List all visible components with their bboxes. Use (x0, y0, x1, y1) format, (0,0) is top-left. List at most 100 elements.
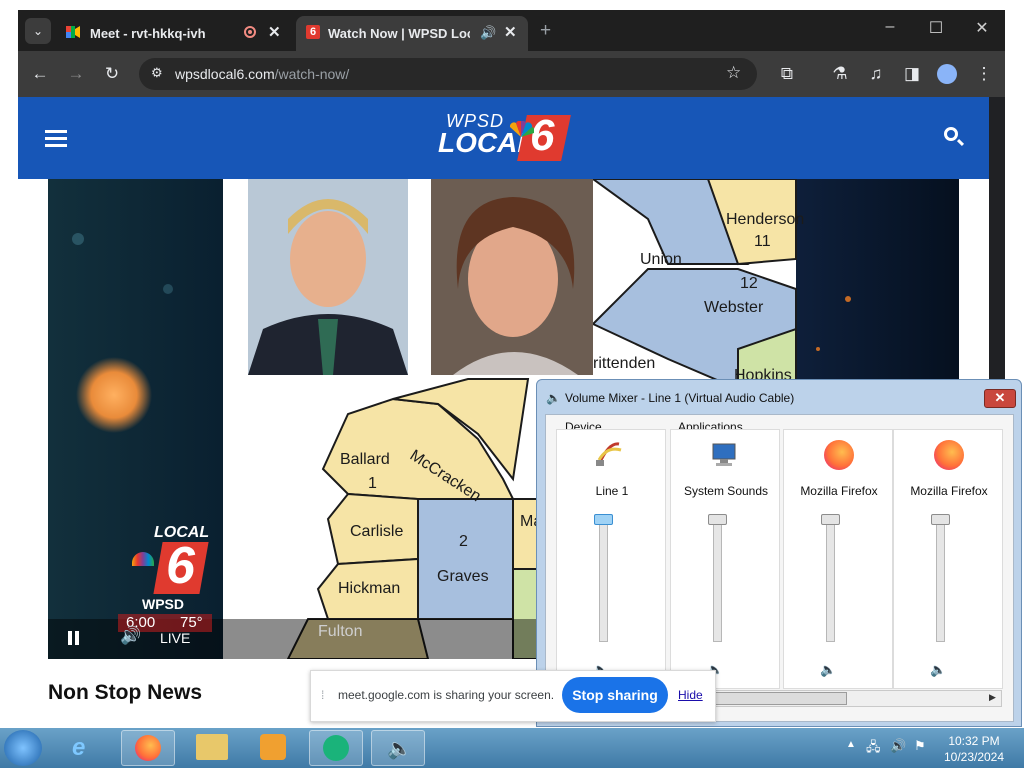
bookmark-star-icon[interactable]: ☆ (726, 63, 741, 83)
hide-link[interactable]: Hide (678, 688, 703, 702)
map-label: Hickman (338, 580, 401, 597)
new-tab-button[interactable]: + (540, 20, 551, 42)
bug-station-text: WPSD (142, 596, 184, 612)
taskbar-volume-mixer[interactable]: 🔈 (371, 730, 425, 766)
drag-handle-icon[interactable]: ⁞ (321, 688, 324, 702)
channel-name: Mozilla Firefox (910, 484, 988, 498)
map-label: Graves (437, 568, 489, 585)
tab-meet[interactable]: Meet - rvt-hkkq-ivh ✕ (58, 16, 292, 51)
media-player-icon[interactable] (260, 734, 286, 760)
side-panel-icon[interactable]: ◨ (901, 64, 923, 84)
map-label: rittenden (593, 355, 656, 372)
tab-strip: ⌄ Meet - rvt-hkkq-ivh ✕ 6 Watch Now | WP… (18, 10, 1005, 51)
channel-name: Mozilla Firefox (800, 484, 878, 498)
taskbar-firefox[interactable] (121, 730, 175, 766)
app-icon (323, 735, 349, 761)
speaker-icon: 🔈 (546, 391, 561, 405)
volume-slider-thumb[interactable] (708, 514, 727, 525)
volume-slider-track[interactable] (713, 518, 722, 642)
audio-playing-icon[interactable]: 🔊 (480, 25, 496, 41)
action-center-flag-icon[interactable]: ⚑ (914, 738, 926, 754)
pause-icon[interactable] (68, 631, 72, 645)
nbc-peacock-icon (508, 120, 535, 142)
nbc-peacock-icon (132, 552, 154, 566)
volume-slider-thumb[interactable] (931, 514, 950, 525)
map-label: 11 (754, 233, 771, 250)
extensions-icon[interactable]: ⧉ (776, 64, 798, 84)
system-sounds-icon (711, 442, 739, 468)
close-tab-icon[interactable]: ✕ (268, 23, 281, 41)
url-host: wpsdlocal6.com (175, 66, 275, 82)
map-label: Webster (704, 299, 764, 316)
show-hidden-icons-icon[interactable]: ▲ (846, 739, 856, 750)
site-header: WPSD LOCAL 6 (18, 97, 989, 179)
mixer-close-button[interactable]: ✕ (984, 389, 1016, 408)
mute-toggle-icon[interactable]: 🔈 (820, 662, 836, 678)
browser-toolbar: ← → ↻ ⚙ wpsdlocal6.com/watch-now/ ☆ ⧉ ⚗ … (18, 51, 1005, 97)
forward-icon[interactable]: → (65, 64, 87, 84)
mixer-scrollbar-thumb[interactable] (705, 692, 847, 705)
volume-tray-icon[interactable]: 🔊 (890, 738, 906, 754)
start-button-icon[interactable] (4, 730, 42, 766)
bug-temperature: 75° (180, 614, 203, 631)
menu-icon[interactable]: ⋮ (973, 64, 995, 84)
volume-slider-thumb[interactable] (821, 514, 840, 525)
firefox-icon (824, 440, 854, 470)
tab-title: Meet - rvt-hkkq-ivh (90, 26, 206, 41)
url-path: /watch-now/ (274, 66, 350, 82)
section-title: Non Stop News (48, 681, 203, 704)
maximize-icon[interactable]: ☐ (921, 18, 951, 38)
minimize-icon[interactable]: – (875, 18, 905, 36)
close-window-icon[interactable]: ✕ (967, 18, 997, 38)
close-tab-icon[interactable]: ✕ (504, 23, 517, 41)
map-label: Henderson (726, 211, 805, 228)
profile-avatar-icon[interactable] (937, 64, 957, 84)
station-bug: LOCAL 6 WPSD 6:00 75° (118, 524, 214, 634)
stop-sharing-button[interactable]: Stop sharing (562, 677, 668, 713)
channel-name: System Sounds (683, 484, 769, 498)
network-icon[interactable]: 🖧 (866, 738, 881, 760)
volume-slider-track[interactable] (826, 518, 835, 642)
search-icon[interactable] (944, 127, 965, 147)
system-clock[interactable]: 10:32 PM 10/23/2024 (936, 733, 1012, 765)
volume-slider-track[interactable] (936, 518, 945, 642)
volume-slider-thumb[interactable] (594, 514, 613, 525)
back-icon[interactable]: ← (29, 64, 51, 84)
google-meet-icon (66, 26, 80, 38)
bug-number: 6 (166, 537, 195, 595)
live-indicator: LIVE (160, 630, 191, 646)
tab-search-button[interactable]: ⌄ (25, 18, 51, 44)
volume-icon[interactable]: 🔊 (120, 626, 141, 646)
recording-icon (244, 26, 256, 38)
clock-date: 10/23/2024 (943, 750, 1005, 764)
tab-wpsd[interactable]: 6 Watch Now | WPSD Local 6 🔊 ✕ (296, 16, 528, 51)
hamburger-menu-icon[interactable] (45, 130, 67, 133)
map-label: 1 (368, 475, 377, 492)
explorer-folder-icon[interactable] (196, 734, 228, 760)
site-info-icon[interactable]: ⚙ (151, 65, 163, 81)
scroll-right-icon[interactable]: ▶ (989, 692, 996, 703)
internet-explorer-icon[interactable]: e (72, 734, 85, 762)
labs-icon[interactable]: ⚗ (829, 64, 851, 84)
reload-icon[interactable]: ↻ (101, 64, 123, 84)
taskbar: e 🔈 ▲ 🖧 🔊 ⚑ 10:32 PM 10/23/2024 (0, 728, 1024, 768)
map-label: Fulton (318, 623, 363, 640)
address-bar[interactable]: ⚙ wpsdlocal6.com/watch-now/ ☆ (139, 58, 757, 90)
map-label: 12 (740, 275, 758, 292)
channel-firefox-1: Mozilla Firefox 🔈 (783, 429, 893, 689)
clock-time: 10:32 PM (948, 734, 1000, 748)
wpsd-logo[interactable]: WPSD LOCAL 6 (438, 111, 578, 167)
mixer-horizontal-scrollbar[interactable]: ▶ (696, 690, 1002, 707)
map-label: Union (640, 251, 682, 268)
map-label: 2 (459, 533, 468, 550)
channel-name: Line 1 (595, 484, 629, 498)
media-controls-icon[interactable]: ♫ (865, 64, 887, 84)
mute-toggle-icon[interactable]: 🔈 (930, 662, 946, 678)
channel-system-sounds: System Sounds 🔈 (670, 429, 780, 689)
volume-slider-track[interactable] (599, 518, 608, 642)
taskbar-meet[interactable] (309, 730, 363, 766)
map-label: Carlisle (350, 523, 404, 540)
tab-title: Watch Now | WPSD Local 6 (328, 26, 470, 41)
map-label: Ballard (340, 451, 390, 468)
wpsd-favicon-icon: 6 (306, 25, 320, 39)
